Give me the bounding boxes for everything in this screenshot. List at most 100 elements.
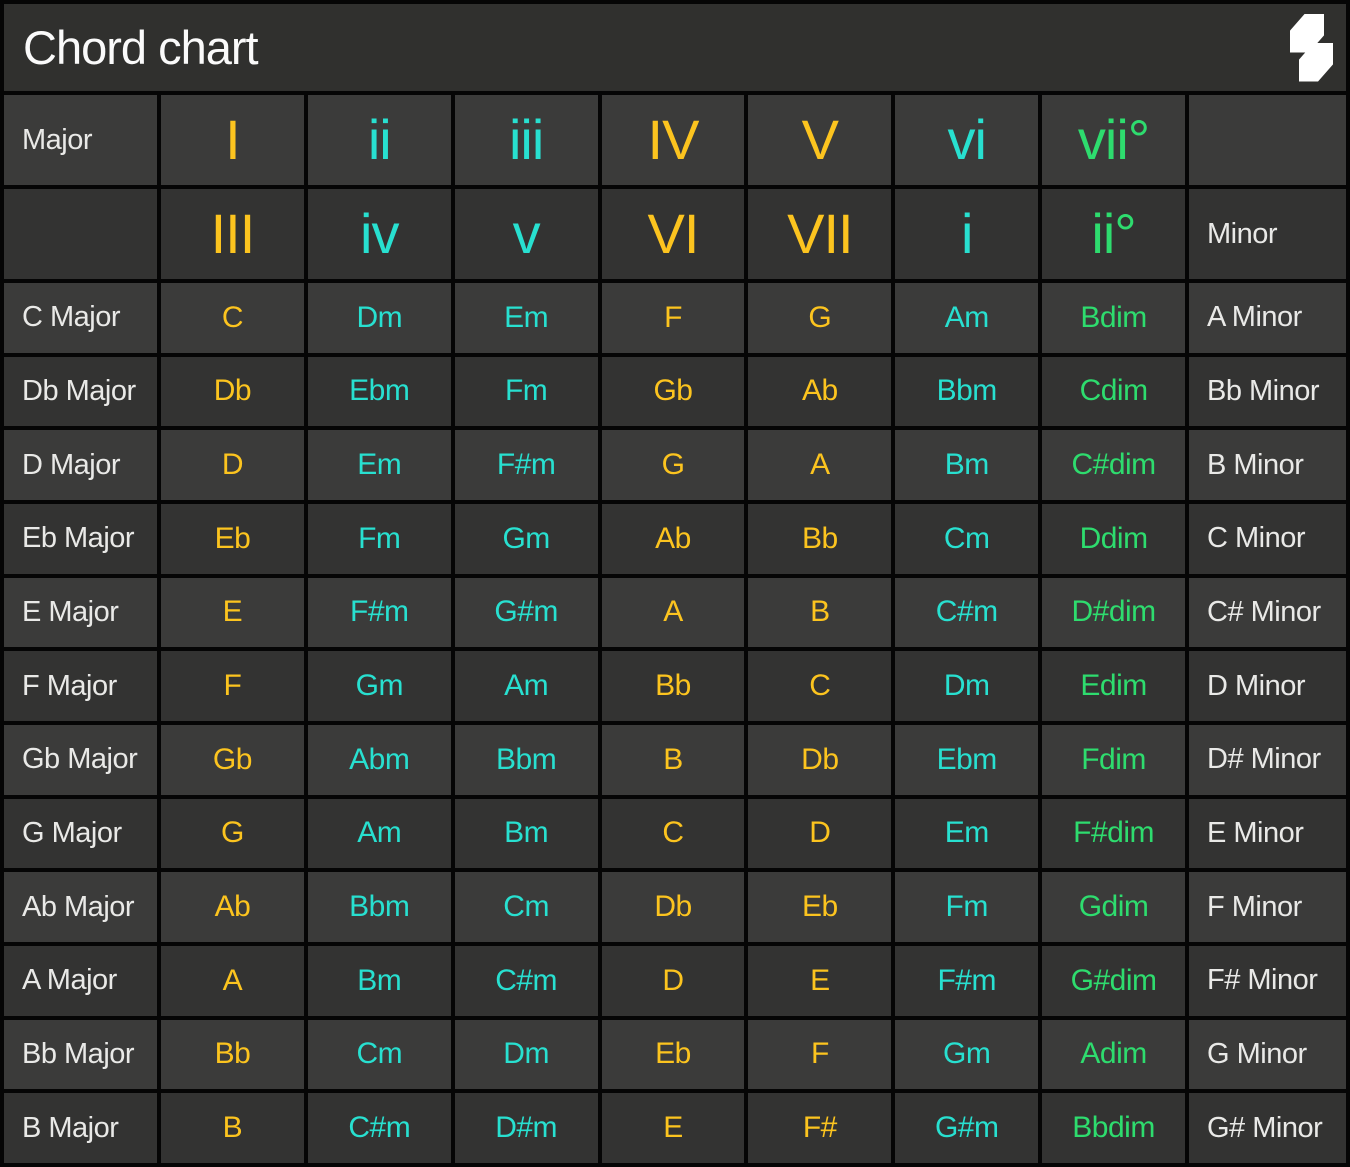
chord-cell: Edim	[1042, 651, 1185, 721]
chord-cell: Em	[455, 283, 598, 353]
chord-cell: Bb	[161, 1020, 304, 1090]
chord-cell: C#m	[455, 946, 598, 1016]
key-label: C Major	[4, 283, 157, 353]
chord-cell: G	[602, 430, 745, 500]
chord-cell: Gdim	[1042, 872, 1185, 942]
chord-cell: Bb	[602, 651, 745, 721]
chord-chart-table: Major I ii iii IV V vi vii° III iv v VI …	[4, 95, 1346, 1163]
chord-cell: F	[748, 1020, 891, 1090]
chord-cell: C#dim	[1042, 430, 1185, 500]
relative-minor-label: F# Minor	[1189, 946, 1346, 1016]
chord-cell: Bm	[308, 946, 451, 1016]
major-row-label: Major	[4, 95, 157, 185]
chord-cell: B	[748, 578, 891, 648]
chord-cell: F#dim	[1042, 799, 1185, 869]
empty-cell	[1189, 95, 1346, 185]
chord-cell: Cm	[455, 872, 598, 942]
chord-cell: F#m	[895, 946, 1038, 1016]
chord-cell: C	[161, 283, 304, 353]
chord-cell: Dm	[455, 1020, 598, 1090]
chord-cell: Gm	[308, 651, 451, 721]
key-label: Db Major	[4, 357, 157, 427]
chord-cell: G	[161, 799, 304, 869]
chord-cell: Db	[602, 872, 745, 942]
chord-cell: Gm	[895, 1020, 1038, 1090]
chord-cell: Fm	[455, 357, 598, 427]
chord-cell: G#dim	[1042, 946, 1185, 1016]
chord-cell: F#	[748, 1093, 891, 1163]
chord-cell: Fdim	[1042, 725, 1185, 795]
chord-cell: B	[161, 1093, 304, 1163]
chord-cell: Gm	[455, 504, 598, 574]
chord-cell: Ab	[161, 872, 304, 942]
chord-cell: C#m	[895, 578, 1038, 648]
chord-cell: Bb	[748, 504, 891, 574]
chord-cell: Em	[308, 430, 451, 500]
chord-cell: Eb	[602, 1020, 745, 1090]
relative-minor-label: G Minor	[1189, 1020, 1346, 1090]
key-label: Bb Major	[4, 1020, 157, 1090]
chord-cell: G	[748, 283, 891, 353]
chord-cell: Ab	[602, 504, 745, 574]
chord-cell: F#m	[308, 578, 451, 648]
degree-VII: VII	[748, 189, 891, 279]
chord-cell: Am	[895, 283, 1038, 353]
key-label: D Major	[4, 430, 157, 500]
chord-cell: Ddim	[1042, 504, 1185, 574]
chord-cell: Bdim	[1042, 283, 1185, 353]
chord-cell: Ebm	[895, 725, 1038, 795]
key-label: A Major	[4, 946, 157, 1016]
chord-cell: Em	[895, 799, 1038, 869]
chord-cell: D	[161, 430, 304, 500]
chord-cell: B	[602, 725, 745, 795]
chord-cell: E	[161, 578, 304, 648]
chord-cell: Bm	[455, 799, 598, 869]
chord-cell: Bbm	[308, 872, 451, 942]
key-label: F Major	[4, 651, 157, 721]
chord-cell: C#m	[308, 1093, 451, 1163]
chord-cell: A	[161, 946, 304, 1016]
key-label: B Major	[4, 1093, 157, 1163]
chord-cell: Gb	[161, 725, 304, 795]
chord-cell: C	[748, 651, 891, 721]
minor-row-label: Minor	[1189, 189, 1346, 279]
chord-cell: D	[748, 799, 891, 869]
degree-i: i	[895, 189, 1038, 279]
chord-cell: Adim	[1042, 1020, 1185, 1090]
relative-minor-label: E Minor	[1189, 799, 1346, 869]
title-bar: Chord chart	[4, 4, 1346, 91]
degree-vi: vi	[895, 95, 1038, 185]
chord-cell: D#m	[455, 1093, 598, 1163]
degree-III: III	[161, 189, 304, 279]
chord-cell: G#m	[455, 578, 598, 648]
degree-ii: ii	[308, 95, 451, 185]
relative-minor-label: C Minor	[1189, 504, 1346, 574]
degree-I: I	[161, 95, 304, 185]
relative-minor-label: G# Minor	[1189, 1093, 1346, 1163]
chord-cell: Cdim	[1042, 357, 1185, 427]
page-title: Chord chart	[23, 20, 258, 75]
chord-cell: Bbm	[895, 357, 1038, 427]
chord-cell: Db	[748, 725, 891, 795]
degree-VI: VI	[602, 189, 745, 279]
degree-V: V	[748, 95, 891, 185]
degree-iv: iv	[308, 189, 451, 279]
key-label: E Major	[4, 578, 157, 648]
relative-minor-label: A Minor	[1189, 283, 1346, 353]
key-label: G Major	[4, 799, 157, 869]
key-label: Ab Major	[4, 872, 157, 942]
chord-cell: Gb	[602, 357, 745, 427]
degree-ii-dim: ii°	[1042, 189, 1185, 279]
chord-cell: Fm	[308, 504, 451, 574]
chord-cell: D	[602, 946, 745, 1016]
relative-minor-label: C# Minor	[1189, 578, 1346, 648]
chord-cell: F#m	[455, 430, 598, 500]
degree-iii: iii	[455, 95, 598, 185]
degree-v: v	[455, 189, 598, 279]
chord-cell: Am	[455, 651, 598, 721]
chord-cell: F	[161, 651, 304, 721]
chord-cell: Bbdim	[1042, 1093, 1185, 1163]
degree-IV: IV	[602, 95, 745, 185]
relative-minor-label: Bb Minor	[1189, 357, 1346, 427]
chord-cell: Eb	[161, 504, 304, 574]
